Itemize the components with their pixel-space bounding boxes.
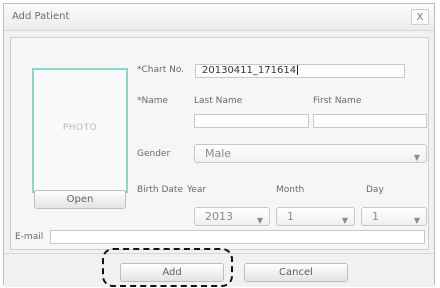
dialog-title: Add Patient	[12, 11, 70, 22]
chevron-down-icon: ▼	[341, 216, 348, 225]
day-label: Day	[366, 185, 384, 195]
close-button[interactable]: X	[411, 9, 429, 25]
day-select[interactable]: 1 ▼	[361, 207, 427, 226]
add-patient-dialog: Add Patient X PHOTO Open *Chart No. 2013…	[3, 3, 435, 287]
day-value: 1	[372, 210, 379, 223]
month-value: 1	[287, 210, 294, 223]
chevron-down-icon: ▼	[413, 153, 420, 162]
chevron-down-icon: ▼	[256, 216, 263, 225]
patient-form-panel: PHOTO Open *Chart No. 20130411_171614 *N…	[10, 37, 429, 250]
cancel-button[interactable]: Cancel	[244, 263, 348, 282]
chevron-down-icon: ▼	[413, 216, 420, 225]
first-name-label: First Name	[313, 96, 362, 106]
month-select[interactable]: 1 ▼	[276, 207, 355, 226]
email-input[interactable]	[50, 230, 425, 244]
month-label: Month	[276, 185, 305, 195]
highlight-annotation	[102, 248, 233, 287]
chart-no-label: *Chart No.	[137, 65, 185, 75]
year-value: 2013	[205, 210, 233, 223]
title-bar: Add Patient X	[4, 4, 434, 31]
photo-placeholder-label: PHOTO	[62, 123, 98, 133]
open-photo-button[interactable]: Open	[34, 190, 126, 209]
birth-date-label: Birth Date	[137, 185, 183, 195]
text-caret	[297, 65, 299, 75]
name-label: *Name	[137, 96, 169, 106]
chart-no-input[interactable]: 20130411_171614	[195, 64, 405, 78]
year-select[interactable]: 2013 ▼	[194, 207, 270, 226]
last-name-input[interactable]	[194, 114, 309, 128]
year-label: Year	[187, 185, 207, 195]
photo-frame: PHOTO	[32, 68, 128, 193]
gender-label: Gender	[137, 149, 171, 159]
chart-no-value: 20130411_171614	[202, 65, 297, 76]
first-name-input[interactable]	[313, 114, 427, 128]
gender-value: Male	[205, 147, 232, 160]
last-name-label: Last Name	[194, 96, 243, 106]
gender-select[interactable]: Male ▼	[194, 144, 427, 163]
email-label: E-mail	[15, 232, 44, 242]
